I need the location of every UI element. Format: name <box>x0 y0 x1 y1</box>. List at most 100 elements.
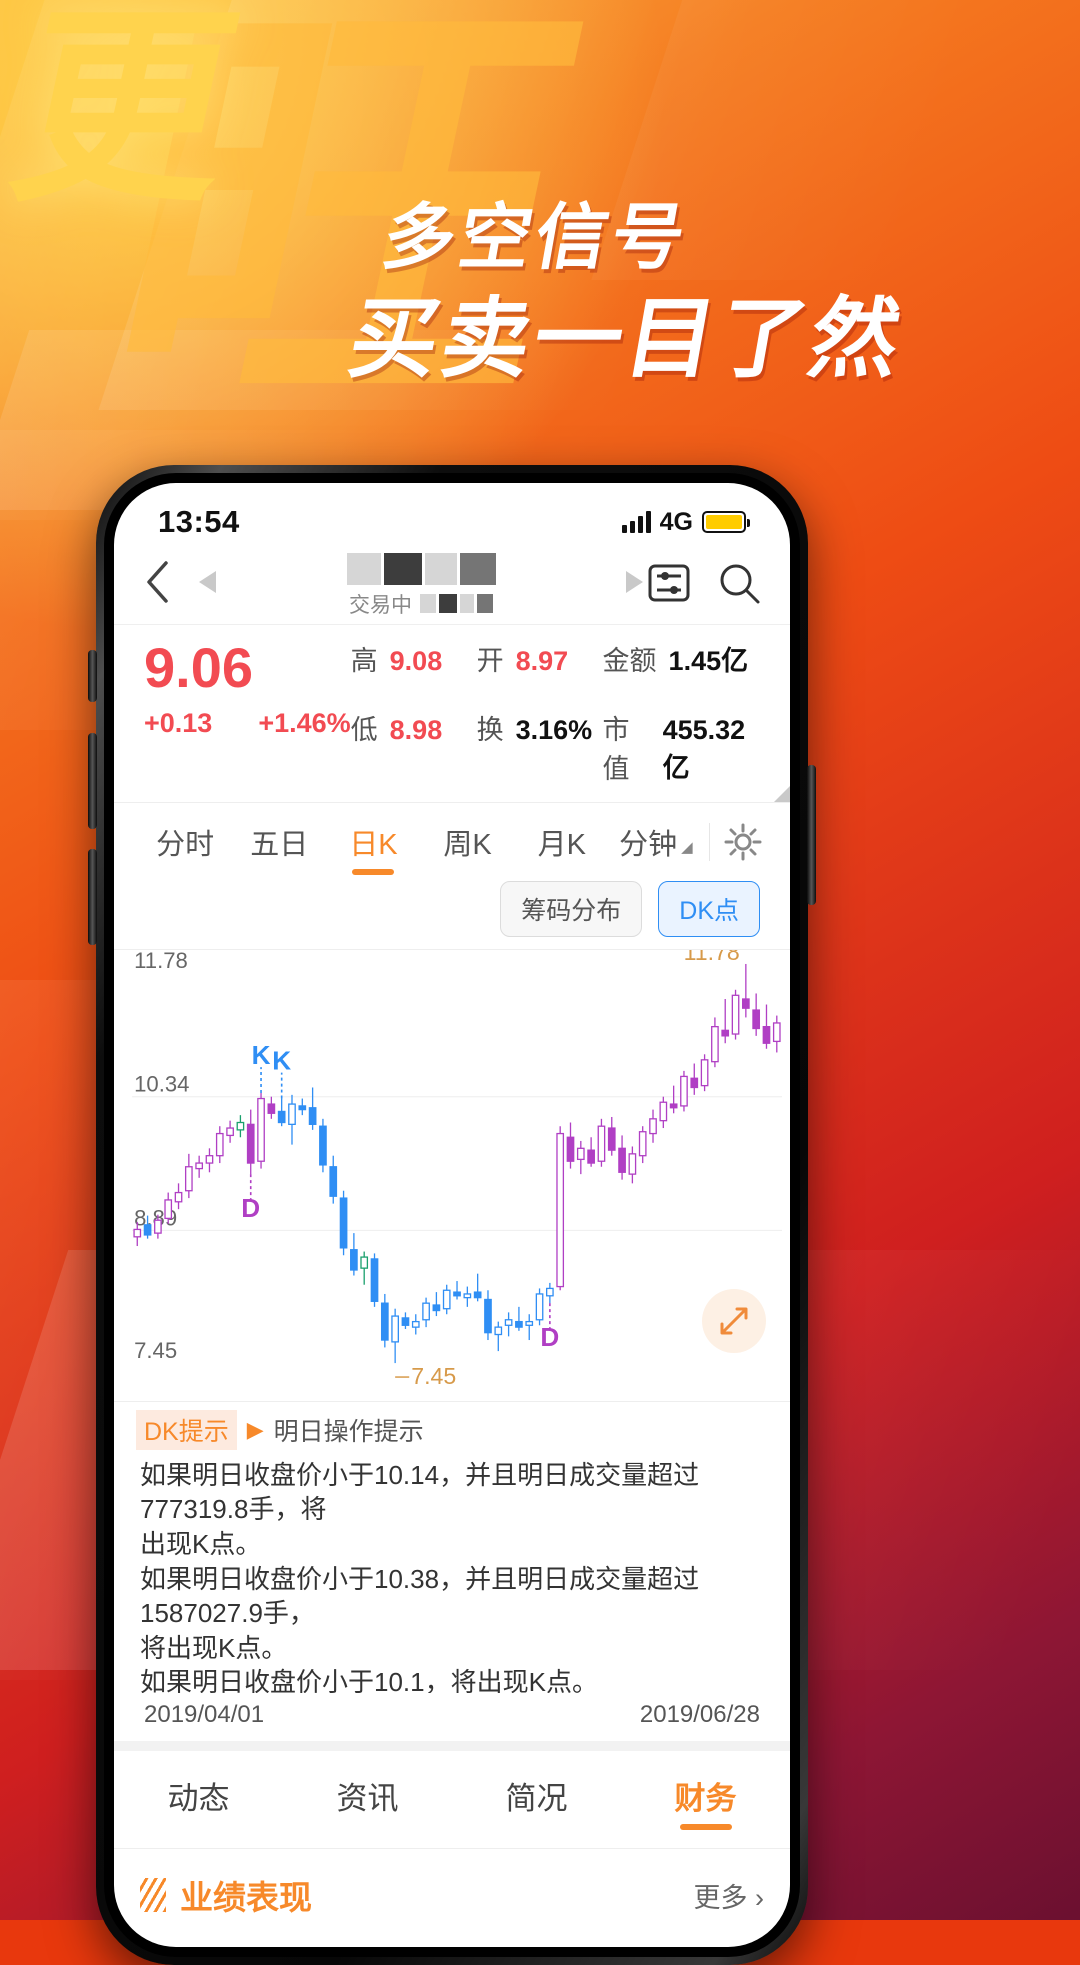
sliders-icon <box>648 564 690 602</box>
dk-subtitle: 明日操作提示 <box>273 1417 424 1446</box>
metric-value: 8.97 <box>515 646 569 676</box>
gear-icon <box>724 823 762 861</box>
tab-caiwu[interactable]: 财务 <box>621 1773 790 1830</box>
chevron-right-icon: › <box>755 1882 764 1913</box>
metric-open: 开 8.97 <box>477 639 603 698</box>
back-button[interactable] <box>142 559 196 612</box>
dk-tip-box[interactable]: DK提示 ▶ 明日操作提示 如果明日收盘价小于10.14，并且明日成交量超过77… <box>114 1400 790 1752</box>
candlestick-chart[interactable]: 11.78 10.34 8.89 7.45 K K D D 11.78 7.45 <box>114 948 790 1401</box>
svg-text:K: K <box>252 1040 271 1070</box>
volume-up-button[interactable] <box>88 733 97 829</box>
tab-wuri[interactable]: 五日 <box>232 821 326 875</box>
stock-code-redacted <box>420 594 493 613</box>
metric-key: 低 <box>350 714 378 745</box>
tab-jiankuang[interactable]: 简况 <box>452 1773 621 1830</box>
promo-ghost-char-1: 更 <box>0 0 250 226</box>
metric-key: 高 <box>350 646 378 676</box>
chip-chouma-fenbu[interactable]: 筹码分布 <box>500 880 643 937</box>
search-button[interactable] <box>716 560 762 611</box>
dk-badge: DK提示 <box>136 1409 237 1450</box>
tab-label: 资讯 <box>336 1781 399 1817</box>
stock-status-block: 交易中 <box>349 589 493 619</box>
price-change-row: +0.13 +1.46% <box>144 708 351 786</box>
dk-tip-lines: 如果明日收盘价小于10.14，并且明日成交量超过777319.8手，将 出现K点… <box>114 1458 790 1693</box>
tab-label: 分钟 <box>619 828 678 861</box>
status-bar: 13:54 4G <box>114 483 790 547</box>
tab-yuek[interactable]: 月K <box>515 821 609 875</box>
svg-text:K: K <box>272 1046 291 1076</box>
dk-line: 将出现K点。 <box>140 1632 288 1663</box>
metric-key: 市值 <box>602 714 630 784</box>
metric-value: 1.45亿 <box>668 646 749 676</box>
tab-rik[interactable]: 日K <box>326 821 420 875</box>
chart-period-tabs: 分时 五日 日K 周K 月K 分钟 ◢ <box>114 803 790 881</box>
svg-text:11.78: 11.78 <box>684 950 740 965</box>
dk-tip-header: DK提示 ▶ 明日操作提示 <box>114 1402 790 1458</box>
divider <box>709 822 711 861</box>
tab-fenshi[interactable]: 分时 <box>138 821 232 875</box>
expand-icon <box>720 1307 748 1335</box>
tab-zhouk[interactable]: 周K <box>421 821 515 875</box>
chevron-left-icon <box>147 561 168 603</box>
tab-fenzhong[interactable]: 分钟 ◢ <box>609 821 703 875</box>
signal-bars-icon <box>621 511 651 533</box>
phone-bezel: 13:54 4G 交易中 9.06 高 9.08 开 8.97 金额 1.45亿… <box>104 473 800 1957</box>
metric-turnover: 换 3.16% <box>477 708 603 786</box>
performance-title: 业绩表现 <box>180 1879 312 1917</box>
volume-down-button[interactable] <box>88 849 97 945</box>
chart-svg: 11.7810.348.897.45 K KDD11.787.45 <box>132 950 782 1389</box>
metric-key: 换 <box>476 714 504 745</box>
triangle-right-icon <box>626 571 643 593</box>
chip-dk-point[interactable]: DK点 <box>658 880 760 937</box>
stock-name-redacted <box>346 552 496 585</box>
metric-low: 低 8.98 <box>351 708 477 786</box>
date-start: 2019/04/01 <box>144 1701 265 1729</box>
power-button[interactable] <box>807 765 816 905</box>
dk-line: 出现K点。 <box>140 1528 262 1559</box>
next-stock-button[interactable] <box>624 569 646 602</box>
nav-actions <box>646 560 762 611</box>
network-type-label: 4G <box>659 507 693 536</box>
more-label: 更多 <box>693 1882 748 1913</box>
expand-corner-icon[interactable] <box>774 785 790 802</box>
tab-label: 简况 <box>505 1781 568 1817</box>
phone-mockup: 13:54 4G 交易中 9.06 高 9.08 开 8.97 金额 1.45亿… <box>88 465 816 1965</box>
metric-marketcap: 市值 455.32亿 <box>603 708 760 786</box>
tab-label: 分时 <box>156 828 215 861</box>
sliders-button[interactable] <box>646 560 692 611</box>
metric-value: 455.32亿 <box>662 714 746 783</box>
status-time: 13:54 <box>158 504 240 539</box>
tab-label: 周K <box>443 828 492 861</box>
svg-text:11.78: 11.78 <box>134 950 188 973</box>
stock-title-block[interactable]: 交易中 <box>218 552 624 619</box>
quote-panel: 9.06 高 9.08 开 8.97 金额 1.45亿 +0.13 +1.46%… <box>114 625 790 803</box>
expand-chart-button[interactable] <box>702 1288 766 1353</box>
metric-value: 3.16% <box>515 714 593 745</box>
chart-settings-button[interactable] <box>720 819 766 865</box>
price-change-percent: +1.46% <box>258 707 351 738</box>
triangle-right-icon: ▶ <box>246 1416 264 1442</box>
trading-status-label: 交易中 <box>349 593 412 617</box>
price-change: +0.13 <box>144 707 213 738</box>
chart-overlay-buttons: 筹码分布 DK点 <box>114 880 790 949</box>
svg-text:7.45: 7.45 <box>411 1363 456 1389</box>
tab-dongtai[interactable]: 动态 <box>114 1773 283 1830</box>
date-end: 2019/06/28 <box>639 1701 760 1729</box>
tab-zixun[interactable]: 资讯 <box>283 1773 452 1830</box>
performance-section-header: 业绩表现 更多 › <box>114 1849 790 1919</box>
tab-label: 日K <box>349 828 398 861</box>
performance-more-button[interactable]: 更多 › <box>693 1876 764 1915</box>
navigation-bar: 交易中 <box>114 547 790 625</box>
chart-date-range: 2019/04/01 2019/06/28 <box>114 1693 790 1752</box>
prev-stock-button[interactable] <box>196 569 218 602</box>
svg-text:7.45: 7.45 <box>134 1338 177 1363</box>
chart-candles <box>133 963 781 1363</box>
mute-switch[interactable] <box>88 650 97 702</box>
battery-icon <box>702 511 750 533</box>
svg-text:D: D <box>241 1193 260 1223</box>
metric-value: 8.98 <box>389 714 443 745</box>
dk-line: 如果明日收盘价小于10.1，将出现K点。 <box>140 1667 598 1694</box>
promo-headline-2: 买卖一目了然 <box>342 289 912 388</box>
section-tabs: 动态 资讯 简况 财务 <box>114 1751 790 1850</box>
section-marker-icon <box>140 1878 166 1913</box>
